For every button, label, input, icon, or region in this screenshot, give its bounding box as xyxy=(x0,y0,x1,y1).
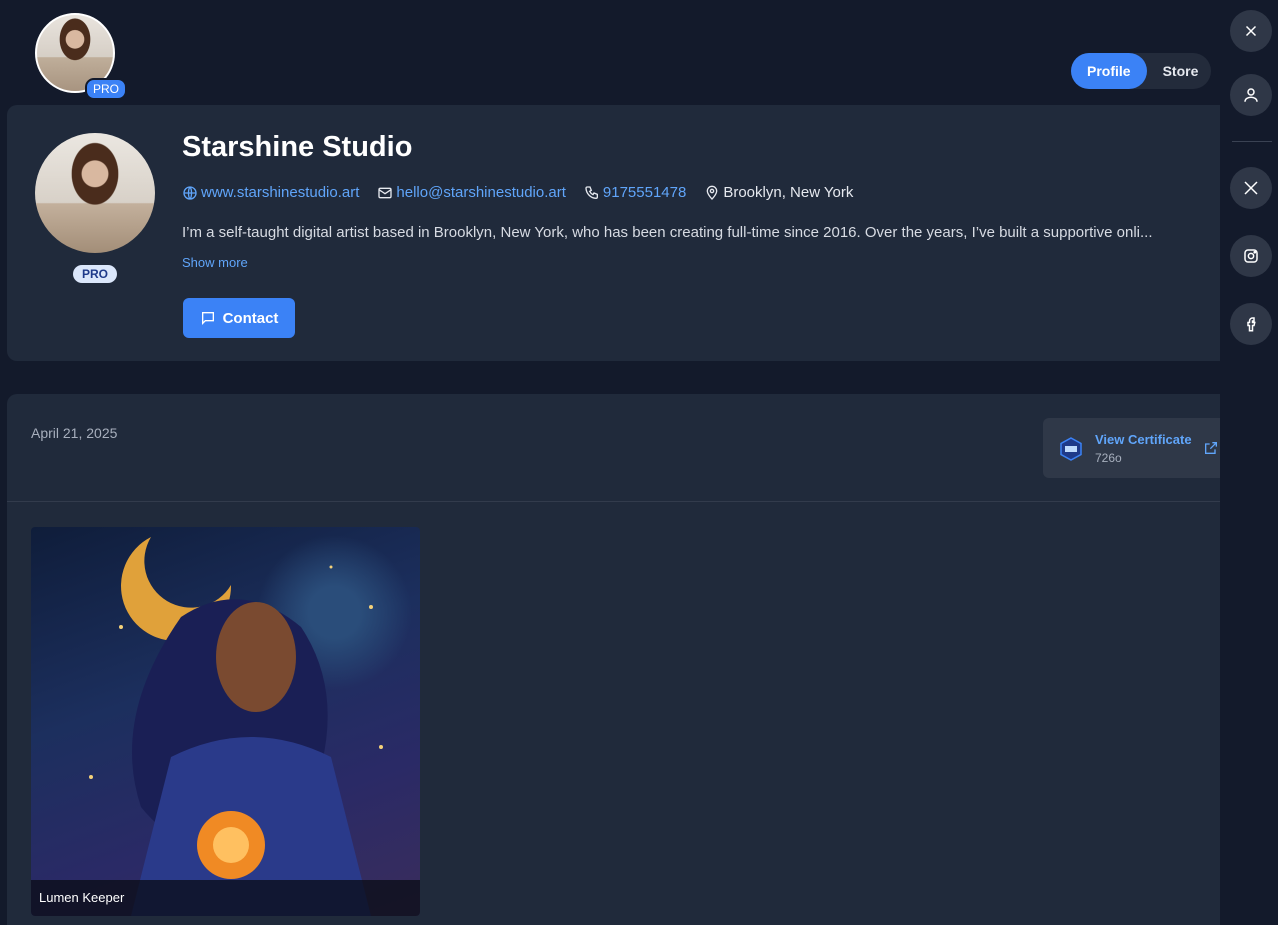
email-link[interactable]: hello@starshinestudio.art xyxy=(377,184,566,201)
location-text: Brooklyn, New York xyxy=(723,184,854,201)
website-text: www.starshinestudio.art xyxy=(201,184,360,201)
x-twitter-icon xyxy=(1244,181,1258,195)
artwork-caption: Lumen Keeper xyxy=(31,880,420,916)
page: PRO Profile Store PRO Starshine Studio w… xyxy=(0,0,1278,925)
globe-icon xyxy=(183,185,197,200)
view-toggle: Profile Store xyxy=(1071,53,1211,89)
right-rail xyxy=(1220,0,1278,925)
tab-store[interactable]: Store xyxy=(1147,53,1215,89)
artwork-illustration xyxy=(89,537,383,916)
show-more-link[interactable]: Show more xyxy=(182,255,248,270)
contact-button-label: Contact xyxy=(222,309,279,327)
view-certificate-button[interactable]: View Certificate 726o xyxy=(1043,418,1233,478)
certificate-id: 726o xyxy=(1095,451,1122,465)
mail-icon xyxy=(378,187,393,198)
certificate-title: View Certificate xyxy=(1095,432,1192,447)
phone-link[interactable]: 9175551478 xyxy=(584,184,686,201)
artwork-image[interactable]: Lumen Keeper xyxy=(31,527,420,916)
profile-bio: I’m a self-taught digital artist based i… xyxy=(182,224,1153,241)
facebook-icon xyxy=(1247,317,1256,332)
map-pin-icon xyxy=(706,185,718,200)
profile-card: PRO Starshine Studio www.starshinestudio… xyxy=(7,105,1237,361)
message-icon xyxy=(201,312,214,325)
user-icon xyxy=(1244,88,1258,102)
post-divider xyxy=(7,501,1237,502)
post-date: April 21, 2025 xyxy=(31,425,118,441)
close-icon xyxy=(1245,25,1257,37)
contact-info-row: www.starshinestudio.art hello@starshines… xyxy=(182,184,871,201)
post-card: April 21, 2025 View Certificate 726o Lum… xyxy=(7,394,1237,925)
close-button[interactable] xyxy=(1230,10,1272,52)
user-button[interactable] xyxy=(1230,74,1272,116)
x-social-button[interactable] xyxy=(1230,167,1272,209)
instagram-button[interactable] xyxy=(1230,235,1272,277)
profile-avatar xyxy=(35,133,155,253)
location: Brooklyn, New York xyxy=(704,184,853,201)
phone-text: 9175551478 xyxy=(602,184,687,201)
facebook-button[interactable] xyxy=(1230,303,1272,345)
contact-button[interactable]: Contact xyxy=(183,298,295,338)
profile-pro-badge: PRO xyxy=(73,265,118,283)
tab-profile[interactable]: Profile xyxy=(1071,53,1147,89)
external-link-icon xyxy=(1205,442,1217,454)
profile-name: Starshine Studio xyxy=(182,131,413,163)
rail-separator xyxy=(1232,141,1272,142)
website-link[interactable]: www.starshinestudio.art xyxy=(182,184,359,201)
phone-icon xyxy=(585,185,598,199)
instagram-icon xyxy=(1244,249,1258,263)
header-pro-badge: PRO xyxy=(85,78,128,100)
email-text: hello@starshinestudio.art xyxy=(396,184,566,201)
certificate-badge-icon xyxy=(1060,437,1082,461)
